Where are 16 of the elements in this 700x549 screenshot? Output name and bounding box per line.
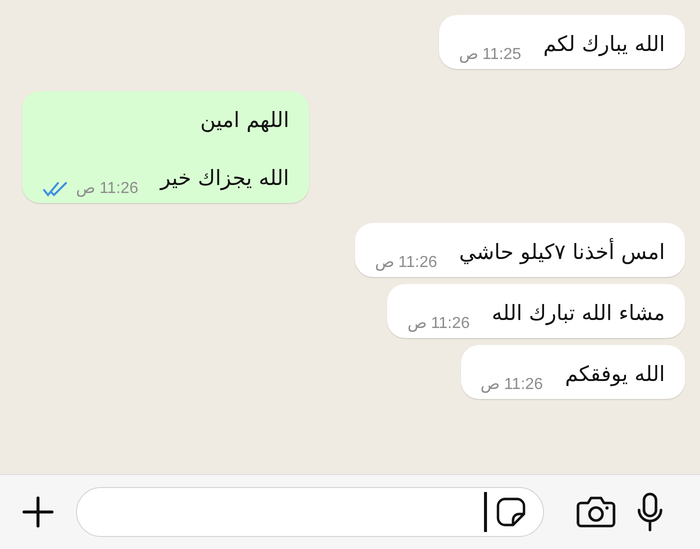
message-time: 11:26 ص — [374, 253, 438, 273]
message-time: 11:26 ص — [76, 179, 138, 199]
message-text: الله يجزاك خير — [160, 165, 290, 192]
message-text: الله يبارك لكم — [543, 31, 665, 58]
microphone-icon[interactable] — [636, 492, 664, 532]
camera-icon[interactable] — [576, 495, 616, 529]
message-text: اللهم امين — [200, 108, 290, 132]
message-time: 11:26 ص — [480, 375, 543, 395]
message-text: الله يوفقكم — [564, 361, 665, 388]
message-input[interactable] — [76, 487, 544, 537]
message-time: 11:26 ص — [407, 314, 470, 334]
sticker-icon[interactable] — [495, 496, 527, 528]
add-icon[interactable] — [20, 494, 56, 530]
message-text: مشاء الله تبارك الله — [492, 300, 665, 328]
message-text: امس أخذنا ٧كيلو حاشي — [459, 237, 665, 266]
message-time: 11:25 ص — [458, 45, 522, 65]
